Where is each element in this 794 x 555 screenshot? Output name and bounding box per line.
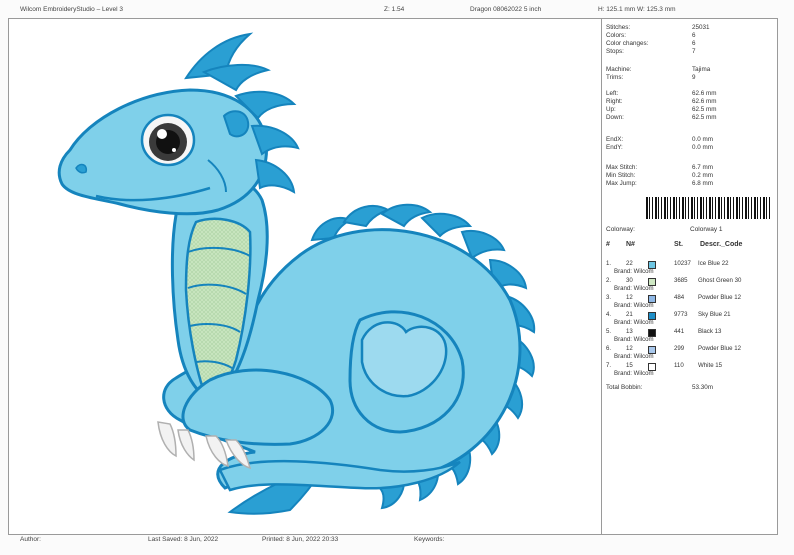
stat-row: Stitches: 25031 <box>606 24 772 32</box>
thread-number: 12 <box>626 345 633 352</box>
thread-brand: Brand: Wilcom <box>614 370 654 377</box>
stat-value: 6 <box>692 40 696 47</box>
colorway-label: Colorway: <box>606 226 635 233</box>
thread-number: 21 <box>626 311 633 318</box>
thread-brand: Brand: Wilcom <box>614 285 654 292</box>
print-preview-sheet: Wilcom EmbroideryStudio – Level 3 Z: 1.5… <box>0 0 794 555</box>
panel-divider <box>601 18 602 534</box>
stat-row: EndY: 0.0 mm <box>606 144 772 152</box>
stat-label: EndX: <box>606 136 624 143</box>
stat-label: Left: <box>606 90 619 97</box>
stat-label: Max Jump: <box>606 180 637 187</box>
stat-value: 0.0 mm <box>692 136 713 143</box>
thread-description: Powder Blue 12 <box>698 294 742 301</box>
stat-row: Machine: Tajima <box>606 66 772 74</box>
stat-label: Max Stitch: <box>606 164 638 171</box>
stat-label: EndY: <box>606 144 623 151</box>
thread-description: White 15 <box>698 362 723 369</box>
thread-index: 4. <box>606 311 612 318</box>
thread-description: Ghost Green 30 <box>698 277 742 284</box>
stat-label: Min Stitch: <box>606 172 636 179</box>
thread-stitch-count: 484 <box>674 294 685 301</box>
thread-brand: Brand: Wilcom <box>614 319 654 326</box>
thread-stitch-count: 9773 <box>674 311 688 318</box>
stat-value: 6.7 mm <box>692 164 713 171</box>
footer-author: Author: <box>20 536 41 543</box>
thread-number: 15 <box>626 362 633 369</box>
stat-value: 62.5 mm <box>692 114 717 121</box>
thread-description: Ice Blue 22 <box>698 260 729 267</box>
dragon-embroidery-design <box>57 32 536 515</box>
thread-description: Sky Blue 21 <box>698 311 731 318</box>
col-header-index: # <box>606 241 610 248</box>
thread-stitch-count: 10237 <box>674 260 691 267</box>
stat-label: Colors: <box>606 32 626 39</box>
stat-value: 9 <box>692 74 696 81</box>
footer-last-saved: Last Saved: 8 Jun, 2022 <box>148 536 219 543</box>
thread-index: 5. <box>606 328 612 335</box>
stat-value: 7 <box>692 48 696 55</box>
stat-label: Up: <box>606 106 616 113</box>
colorway-value: Colorway 1 <box>690 226 723 233</box>
thread-index: 1. <box>606 260 612 267</box>
total-bobbin-label: Total Bobbin: <box>606 384 643 391</box>
thread-number: 13 <box>626 328 633 335</box>
thread-number: 12 <box>626 294 633 301</box>
stat-value: Tajima <box>692 66 711 73</box>
stat-row: Stops: 7 <box>606 48 772 56</box>
thread-brand: Brand: Wilcom <box>614 353 654 360</box>
footer-keywords: Keywords: <box>414 536 445 543</box>
stat-value: 62.6 mm <box>692 90 717 97</box>
thread-stitch-count: 3685 <box>674 277 688 284</box>
thread-number: 22 <box>626 260 633 267</box>
stat-row: Down: 62.5 mm <box>606 114 772 122</box>
thread-index: 7. <box>606 362 612 369</box>
thread-description: Powder Blue 12 <box>698 345 742 352</box>
stat-row: EndX: 0.0 mm <box>606 136 772 144</box>
stat-row: Colors: 6 <box>606 32 772 40</box>
thread-index: 2. <box>606 277 612 284</box>
design-dimensions: H: 125.1 mm W: 125.3 mm <box>598 6 676 13</box>
stat-row: Left: 62.6 mm <box>606 90 772 98</box>
stat-value: 6.8 mm <box>692 180 713 187</box>
stat-row: Max Jump: 6.8 mm <box>606 180 772 188</box>
thread-brand: Brand: Wilcom <box>614 336 654 343</box>
thread-brand: Brand: Wilcom <box>614 302 654 309</box>
stat-row: Color changes: 6 <box>606 40 772 48</box>
stat-label: Trims: <box>606 74 624 81</box>
stat-value: 25031 <box>692 24 710 31</box>
stat-row: Max Stitch: 6.7 mm <box>606 164 772 172</box>
stat-value: 62.5 mm <box>692 106 717 113</box>
stat-value: 6 <box>692 32 696 39</box>
stat-value: 0.2 mm <box>692 172 713 179</box>
thread-stitch-count: 110 <box>674 362 684 369</box>
footer-printed: Printed: 8 Jun, 2022 20:33 <box>262 536 339 543</box>
thread-description: Black 13 <box>698 328 722 335</box>
stat-label: Stops: <box>606 48 624 55</box>
stat-label: Stitches: <box>606 24 631 31</box>
stat-row: Up: 62.5 mm <box>606 106 772 114</box>
thread-stitch-count: 299 <box>674 345 685 352</box>
col-header-description: Descr._Code <box>700 241 743 248</box>
stat-label: Machine: <box>606 66 632 73</box>
thread-brand: Brand: Wilcom <box>614 268 654 275</box>
thread-number: 30 <box>626 277 633 284</box>
stat-label: Down: <box>606 114 624 121</box>
col-header-n: N# <box>626 241 635 248</box>
thread-index: 3. <box>606 294 612 301</box>
dragon-eye <box>140 113 196 167</box>
thread-index: 6. <box>606 345 612 352</box>
stat-label: Right: <box>606 98 623 105</box>
stat-row: Min Stitch: 0.2 mm <box>606 172 772 180</box>
stat-value: 62.6 mm <box>692 98 717 105</box>
thread-stitch-count: 441 <box>674 328 685 335</box>
stat-value: 0.0 mm <box>692 144 713 151</box>
stat-row: Right: 62.6 mm <box>606 98 772 106</box>
colorway-barcode <box>646 197 770 219</box>
col-header-stitches: St. <box>674 241 683 248</box>
stat-label: Color changes: <box>606 40 649 47</box>
total-bobbin-value: 53.30m <box>692 384 714 391</box>
stat-row: Trims: 9 <box>606 74 772 82</box>
